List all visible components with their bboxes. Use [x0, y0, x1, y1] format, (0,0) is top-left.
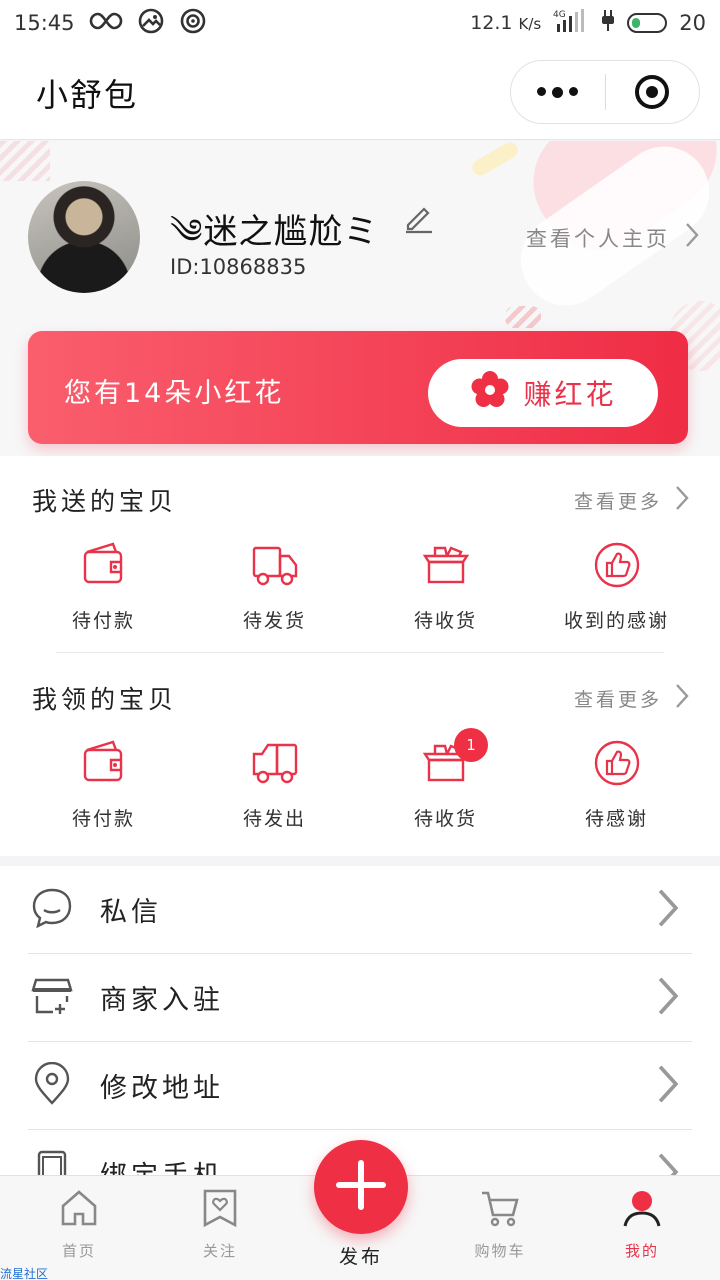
tab-cart[interactable]: 购物车	[450, 1188, 550, 1261]
given-pending-receipt[interactable]: 待收货	[360, 542, 531, 633]
status-time: 15:45	[14, 11, 75, 35]
notification-badge: 1	[454, 728, 488, 762]
bookmark-heart-icon	[200, 1188, 240, 1232]
battery-level: 20	[679, 11, 706, 35]
infinity-icon	[89, 11, 123, 36]
box-icon	[421, 542, 471, 592]
edit-pencil-icon[interactable]	[402, 201, 436, 235]
given-thanks-received[interactable]: 收到的感谢	[531, 542, 702, 633]
given-pending-payment[interactable]: 待付款	[18, 542, 189, 633]
nav-bar: 小舒包	[0, 46, 720, 140]
user-icon	[622, 1188, 662, 1232]
menu-item-address[interactable]: 修改地址	[28, 1042, 692, 1130]
avatar[interactable]	[28, 181, 140, 293]
location-pin-icon	[28, 1061, 74, 1110]
earn-flowers-button[interactable]: 赚红花	[428, 359, 658, 427]
tab-follow[interactable]: 关注	[170, 1188, 270, 1261]
home-icon	[59, 1188, 99, 1232]
chevron-right-icon	[644, 974, 690, 1022]
thumbs-up-icon	[592, 542, 642, 592]
tab-mine[interactable]: 我的	[592, 1188, 692, 1261]
wallet-icon	[79, 542, 129, 592]
given-pending-shipment[interactable]: 待发货	[189, 542, 360, 633]
flower-count-text: 您有14朵小红花	[64, 378, 285, 409]
more-options-button[interactable]	[511, 86, 605, 98]
watermark-text: 流星社区	[0, 1267, 49, 1280]
signal-icon: 4G	[553, 8, 589, 39]
given-section-title: 我送的宝贝	[32, 487, 178, 516]
target-icon	[635, 75, 670, 109]
tab-bar: 首页 关注 发布 购物车 我的 流星社区	[0, 1140, 720, 1280]
hotspot-icon	[179, 7, 207, 40]
svg-text:4G: 4G	[553, 10, 566, 20]
network-speed: 12.1 K/s	[470, 12, 542, 34]
chevron-right-icon	[674, 682, 690, 715]
received-pending-dispatch[interactable]: 待发出	[189, 740, 360, 831]
status-bar: 15:45 12.1 K/s 4G 20	[0, 0, 720, 46]
red-flower-banner: 您有14朵小红花 赚红花	[28, 331, 688, 444]
gallery-icon	[137, 7, 165, 40]
profile-header: ༄迷之尴尬ミ ID:10868835 查看个人主页 您有14朵小红花 赚红花	[0, 141, 720, 456]
given-view-more-link[interactable]: 查看更多	[574, 484, 690, 517]
view-homepage-link[interactable]: 查看个人主页	[526, 221, 700, 254]
truck-icon	[250, 740, 300, 790]
section-divider	[56, 652, 664, 653]
tab-home[interactable]: 首页	[29, 1188, 129, 1261]
chevron-right-icon	[644, 886, 690, 934]
given-status-grid: 待付款 待发货 待收货 收到的感谢	[0, 542, 720, 633]
received-pending-payment[interactable]: 待付款	[18, 740, 189, 831]
mini-program-capsule	[510, 60, 700, 124]
received-section-title: 我领的宝贝	[32, 685, 178, 714]
user-id: ID:10868835	[170, 255, 307, 279]
close-mini-program-button[interactable]	[606, 75, 700, 109]
plus-icon	[335, 1159, 387, 1215]
received-pending-thanks[interactable]: 待感谢	[531, 740, 702, 831]
received-view-more-link[interactable]: 查看更多	[574, 682, 690, 715]
cart-icon	[480, 1188, 520, 1232]
chevron-right-icon	[684, 221, 700, 254]
received-status-grid: 待付款 待发出 1 待收货 待感谢	[0, 728, 720, 831]
charging-icon	[601, 9, 615, 37]
received-pending-receipt[interactable]: 1 待收货	[360, 728, 531, 831]
publish-button[interactable]	[314, 1140, 408, 1234]
chevron-right-icon	[674, 484, 690, 517]
chevron-right-icon	[644, 1062, 690, 1110]
menu-item-messages[interactable]: 私信	[28, 866, 692, 954]
store-icon	[28, 974, 74, 1022]
chat-icon	[28, 886, 74, 934]
thumbs-up-icon	[592, 740, 642, 790]
menu-item-merchant[interactable]: 商家入驻	[28, 954, 692, 1042]
battery-icon	[627, 13, 668, 33]
flower-icon	[469, 369, 511, 418]
truck-icon	[250, 542, 300, 592]
orders-panel: 我送的宝贝 查看更多 待付款 待发货 待收货 收到的感谢 我领的宝贝 查看更多 …	[0, 456, 720, 856]
wallet-icon	[79, 740, 129, 790]
page-title: 小舒包	[36, 76, 139, 114]
tab-publish-label: 发布	[338, 1246, 383, 1268]
